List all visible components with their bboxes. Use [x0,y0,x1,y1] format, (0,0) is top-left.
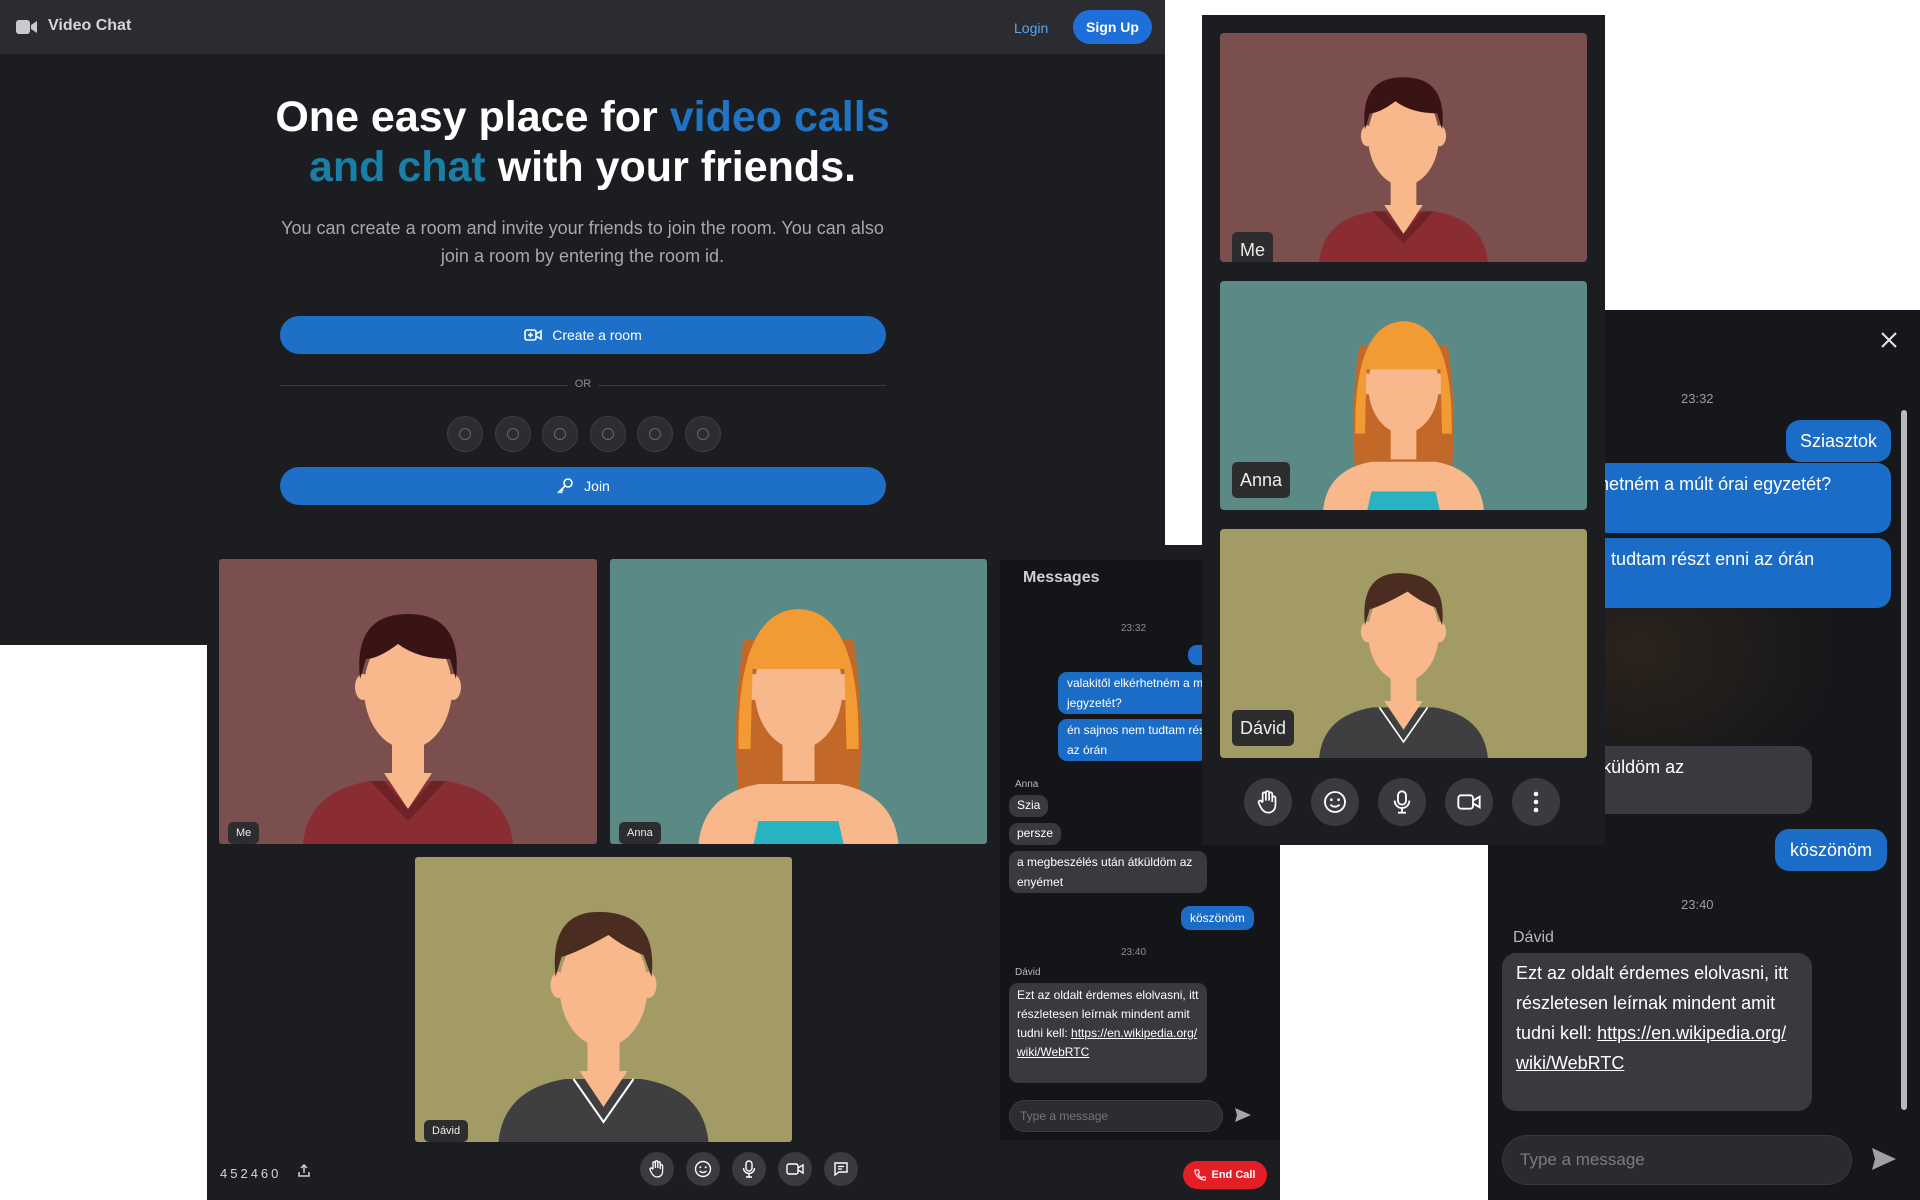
create-room-label: Create a room [552,327,642,343]
message-bubble: köszönöm [1181,906,1254,930]
key-icon [556,477,574,495]
chat-button[interactable] [824,1152,858,1186]
raise-hand-button[interactable] [640,1152,674,1186]
or-label: OR [568,378,598,390]
video-tile-me: Me [219,559,597,844]
message-bubble: Sziasztok [1786,420,1892,462]
end-call-label: End Call [1211,1169,1256,1181]
message-text: én sajnos nem tudtam részt venni az órán [1067,723,1208,757]
hero-subtitle: You can create a room and invite your fr… [281,218,884,266]
message-bubble: persze [1009,823,1062,845]
join-label: Join [584,478,610,494]
message-time: 23:40 [1121,947,1147,958]
video-plus-icon [524,328,543,342]
video-tile-david: Dávid [1220,529,1587,758]
raise-hand-button[interactable] [1244,778,1292,826]
message-time: 23:32 [1121,623,1147,634]
message-bubble: Szia [1009,795,1049,817]
video-camera-icon [16,18,38,36]
hand-raise-icon [649,1160,665,1178]
room-id: 452460 [220,1166,282,1181]
avatar-david [498,911,709,1142]
camera-button[interactable] [778,1152,812,1186]
message-sender: Anna [1015,779,1039,790]
emoji-button[interactable] [1311,778,1359,826]
room-code-digit[interactable] [542,416,578,452]
room-code-digit[interactable] [637,416,673,452]
microphone-button[interactable] [732,1152,766,1186]
smile-icon [1323,790,1347,814]
participant-name-anna: Anna [619,822,661,844]
send-icon[interactable] [1235,1108,1251,1122]
participant-name-me: Me [228,822,260,844]
smile-icon [694,1160,712,1178]
participant-name-david: Dávid [424,1120,469,1142]
participant-name-anna: Anna [1232,462,1291,498]
video-tile-david: Dávid [415,857,792,1142]
video-camera-icon [786,1162,804,1176]
message-sender: Dávid [1015,967,1041,978]
hero-part1: One easy place for [275,93,670,141]
hero-part2: with your friends. [485,143,857,191]
message-bubble: a megbeszélés után átküldöm az enyémet [1009,851,1207,893]
message-bubble: én sajnos nem tudtam részt venni az órán [1058,719,1208,761]
join-button[interactable]: Join [280,467,886,505]
message-bubble: Ezt az oldalt érdemes elolvasni, itt rés… [1502,953,1812,1111]
phone-icon [1194,1169,1207,1181]
video-tile-anna: Anna [1220,281,1587,510]
send-icon[interactable] [1872,1148,1896,1170]
brand-title: Video Chat [48,17,132,34]
avatar-me [303,614,513,844]
navbar: Video Chat Login Sign Up [0,0,1165,54]
room-code-digit[interactable] [684,416,721,452]
hero-highlight-1: video calls [669,93,890,141]
chat-bubble-icon [833,1161,849,1177]
microphone-icon [741,1160,757,1178]
message-input[interactable]: Type a message [1502,1135,1852,1185]
message-sender: Dávid [1513,929,1554,946]
microphone-icon [1391,790,1413,814]
avatar-anna [698,609,899,844]
video-tile-me: Me [1220,33,1587,262]
hero-title: One easy place for video calls and chat w… [200,92,965,192]
more-options-button[interactable] [1512,778,1560,826]
close-icon[interactable] [1881,332,1897,348]
video-tile-anna: Anna [610,559,987,844]
participant-name-david: Dávid [1232,710,1295,746]
room-code-digit[interactable] [494,416,531,452]
hand-raise-icon [1257,790,1279,814]
login-link[interactable]: Login [1014,20,1048,36]
signup-button[interactable]: Sign Up [1073,10,1152,44]
scrollbar[interactable] [1901,410,1907,1110]
message-time: 23:32 [1681,391,1714,406]
share-icon[interactable] [297,1164,311,1178]
create-room-button[interactable]: Create a room [280,316,886,354]
messages-title: Messages [1023,569,1100,586]
avatar-me [1319,77,1488,262]
hero-highlight-2: and chat [308,143,486,191]
participant-name-me: Me [1232,232,1274,262]
side-video-window: Me Anna Dávid [1202,15,1605,845]
message-bubble: valakitől elkérhetném a múlt órai jegyze… [1058,672,1208,714]
message-time: 23:40 [1681,897,1714,912]
camera-button[interactable] [1445,778,1493,826]
room-code-digit[interactable] [447,416,483,452]
room-code-digit[interactable] [589,416,626,452]
message-bubble: köszönöm [1775,829,1888,871]
message-input[interactable]: Type a message [1009,1100,1223,1132]
video-camera-icon [1457,792,1481,812]
microphone-button[interactable] [1378,778,1426,826]
emoji-button[interactable] [686,1152,720,1186]
message-text: valakitől elkérhetném a múlt órai jegyze… [1067,676,1208,710]
call-window: Me Anna Dávid Messages 23:32 valakitől e… [207,545,1280,1200]
more-vertical-icon [1533,791,1539,813]
end-call-button[interactable]: End Call [1183,1161,1267,1189]
message-bubble: Ezt az oldalt érdemes elolvasni, itt rés… [1009,983,1207,1083]
